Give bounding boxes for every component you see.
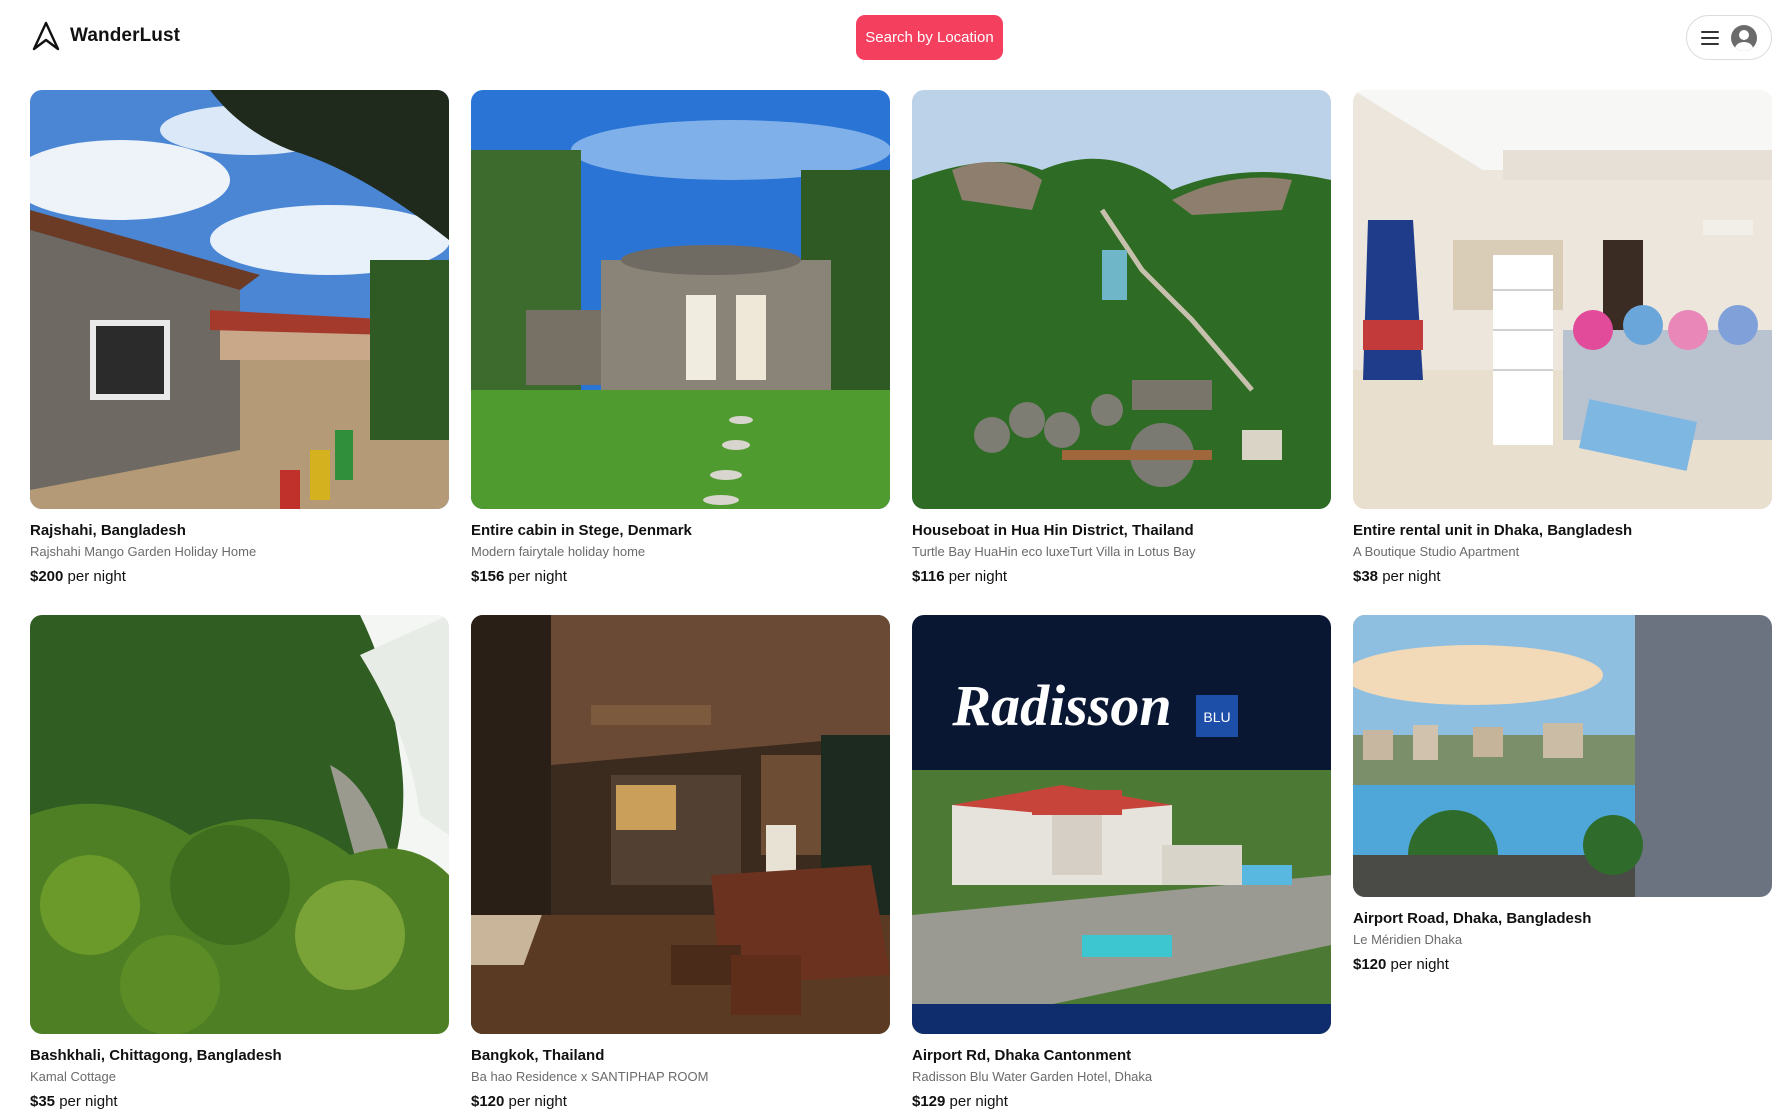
listing-location: Airport Road, Dhaka, Bangladesh: [1353, 910, 1592, 927]
listing-card[interactable]: Airport Road, Dhaka, Bangladesh Le Mérid…: [1353, 615, 1772, 973]
listing-title: Kamal Cottage: [30, 1069, 116, 1084]
listing-price: $35 per night: [30, 1093, 118, 1110]
listing-photo: [912, 90, 1331, 509]
airbnb-style-logo-icon: [32, 21, 60, 51]
listing-card[interactable]: Entire cabin in Stege, Denmark Modern fa…: [471, 90, 890, 585]
listing-photo: [471, 90, 890, 509]
listing-title: A Boutique Studio Apartment: [1353, 544, 1520, 559]
user-avatar-icon: [1731, 24, 1757, 51]
listing-card[interactable]: Radisson BLU Airport Rd, Dhaka Cantonmen…: [912, 615, 1331, 1110]
listing-card[interactable]: Rajshahi, Bangladesh Rajshahi Mango Gard…: [30, 90, 449, 585]
listing-title: Rajshahi Mango Garden Holiday Home: [30, 544, 257, 559]
listing-price: $120 per night: [471, 1093, 567, 1110]
listing-title: Modern fairytale holiday home: [471, 544, 646, 559]
radisson-logo-text: Radisson: [951, 673, 1171, 738]
hamburger-icon: [1701, 30, 1719, 45]
listing-location: Airport Rd, Dhaka Cantonment: [912, 1047, 1132, 1064]
listing-location: Rajshahi, Bangladesh: [30, 522, 186, 539]
listing-card[interactable]: Houseboat in Hua Hin District, Thailand …: [912, 90, 1331, 585]
listing-location: Entire cabin in Stege, Denmark: [471, 522, 692, 539]
listing-card[interactable]: Bangkok, Thailand Ba hao Residence x SAN…: [471, 615, 890, 1110]
listing-card[interactable]: Bashkhali, Chittagong, Bangladesh Kamal …: [30, 615, 449, 1110]
listing-photo: [1353, 90, 1772, 509]
listing-photo: [1353, 615, 1772, 897]
listing-photo: [30, 615, 449, 1034]
listing-location: Entire rental unit in Dhaka, Bangladesh: [1353, 522, 1633, 539]
brand-logo[interactable]: WanderLust: [30, 20, 180, 52]
search-by-location-button[interactable]: Search by Location: [856, 15, 1003, 60]
listing-price: $116 per night: [912, 568, 1008, 585]
listing-price: $120 per night: [1353, 956, 1449, 973]
listing-title: Le Méridien Dhaka: [1353, 932, 1463, 947]
listing-location: Bashkhali, Chittagong, Bangladesh: [30, 1047, 282, 1064]
listing-location: Houseboat in Hua Hin District, Thailand: [912, 522, 1194, 539]
user-menu-button[interactable]: [1686, 15, 1772, 60]
brand-name: WanderLust: [70, 25, 181, 46]
listing-price: $156 per night: [471, 568, 567, 585]
top-navbar: WanderLust Search by Location: [0, 0, 1788, 76]
listing-price: $200 per night: [30, 568, 126, 585]
listing-location: Bangkok, Thailand: [471, 1047, 605, 1064]
listing-title: Radisson Blu Water Garden Hotel, Dhaka: [912, 1069, 1153, 1084]
listing-price: $38 per night: [1353, 568, 1441, 585]
listing-card[interactable]: Entire rental unit in Dhaka, Bangladesh …: [1353, 90, 1772, 585]
listing-title: Ba hao Residence x SANTIPHAP ROOM: [471, 1069, 709, 1084]
listing-photo: [30, 90, 449, 509]
listing-photo: [471, 615, 890, 1034]
svg-text:BLU: BLU: [1203, 709, 1230, 725]
listing-price: $129 per night: [912, 1093, 1008, 1110]
listing-photo: Radisson BLU: [912, 615, 1331, 1034]
listing-title: Turtle Bay HuaHin eco luxeTurt Villa in …: [912, 544, 1196, 559]
